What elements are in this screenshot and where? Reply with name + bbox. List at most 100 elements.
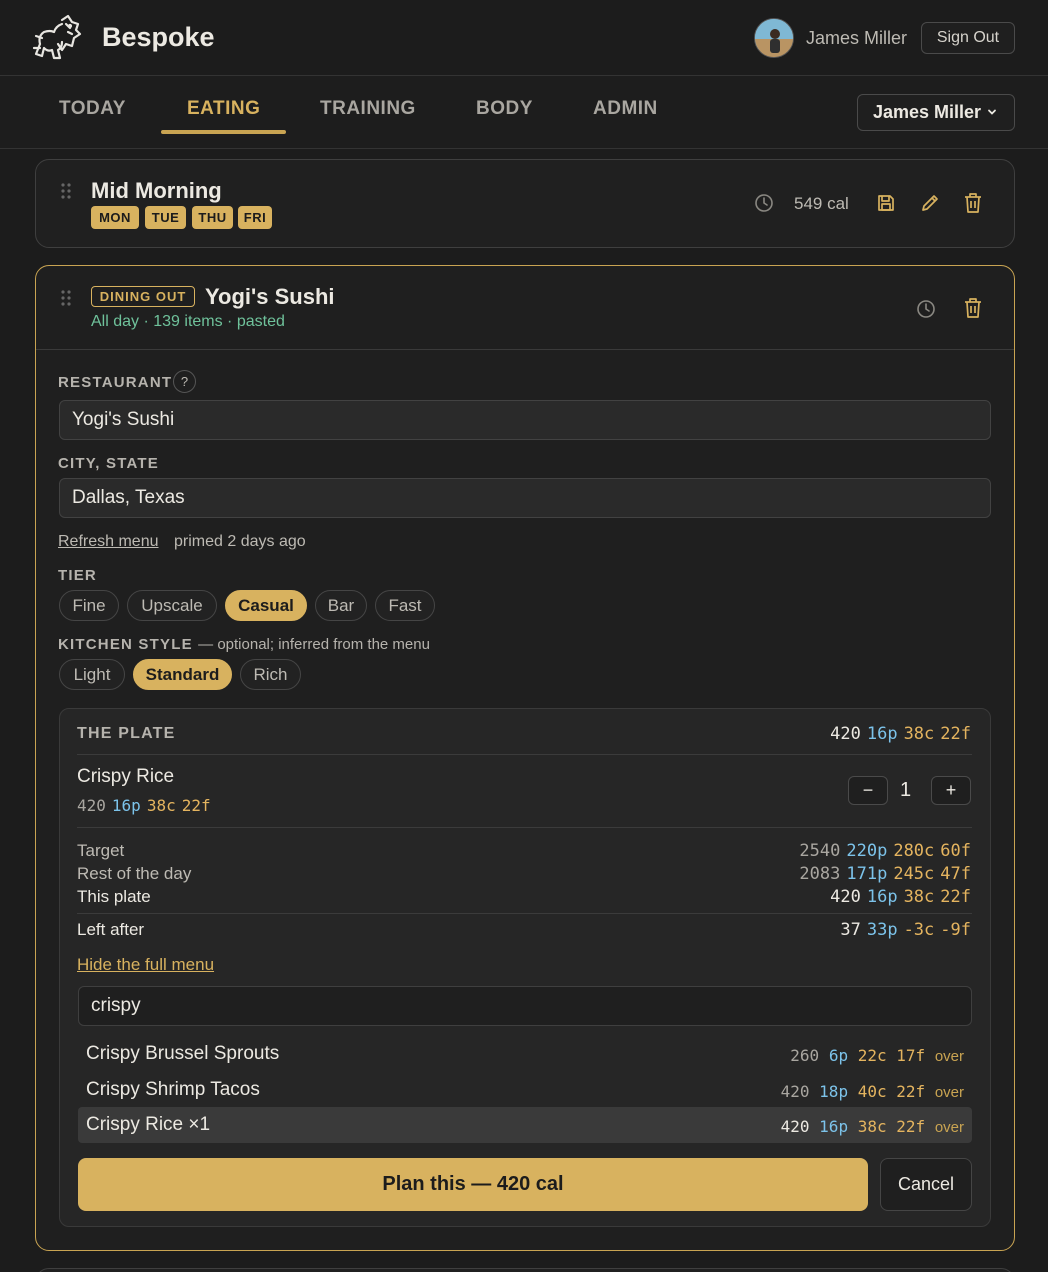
refresh-menu-link[interactable]: Refresh menu	[58, 533, 159, 551]
result-fat: 22f	[896, 1082, 926, 1101]
summary-row-rest: 2083 171p 245c 47f	[793, 864, 971, 884]
result-carbs: 22c	[857, 1046, 887, 1065]
decrement-button[interactable]: −	[848, 776, 888, 805]
drag-handle-icon[interactable]	[61, 183, 71, 199]
meal-title: Mid Morning	[91, 178, 222, 203]
user-select-value: James Miller	[873, 102, 982, 122]
left-fat: -9f	[940, 920, 971, 940]
avatar[interactable]	[754, 18, 794, 58]
result-cal: 420	[780, 1117, 810, 1136]
sign-out-button[interactable]: Sign Out	[921, 22, 1015, 54]
kitchen-chip-standard[interactable]: Standard	[133, 659, 232, 690]
rest-protein: 171p	[846, 864, 888, 884]
plan-button[interactable]: Plan this — 420 cal	[78, 1158, 868, 1211]
user-select[interactable]: James Miller	[857, 94, 1015, 131]
kitchen-chip-light[interactable]: Light	[59, 659, 125, 690]
dining-out-badge: DINING OUT	[91, 286, 195, 307]
result-fat: 17f	[896, 1046, 926, 1065]
increment-button[interactable]: +	[931, 776, 971, 805]
tier-chip-casual[interactable]: Casual	[225, 590, 307, 621]
tier-chip-upscale[interactable]: Upscale	[127, 590, 217, 621]
city-state-label: CITY, STATE	[58, 455, 159, 472]
left-protein: 33p	[866, 920, 898, 940]
divider	[77, 754, 972, 755]
item-carbs: 38c	[146, 796, 176, 815]
result-fat: 22f	[896, 1117, 926, 1136]
kitchen-style-note: — optional; inferred from the menu	[198, 636, 430, 653]
tab-body[interactable]: BODY	[476, 98, 533, 120]
trash-icon[interactable]	[963, 297, 983, 319]
meal-meta: All day · 139 items · pasted	[91, 313, 285, 330]
result-protein: 6p	[828, 1046, 849, 1065]
user-name: James Miller	[806, 28, 908, 48]
summary-label-plate: This plate	[77, 887, 151, 906]
target-fat: 60f	[940, 841, 971, 861]
day-badge-tue: TUE	[145, 206, 186, 229]
result-macros: 420 18p 40c 22f over	[781, 1082, 964, 1101]
cancel-button[interactable]: Cancel	[880, 1158, 972, 1211]
day-badge-mon: MON	[91, 206, 139, 229]
tab-admin[interactable]: ADMIN	[593, 98, 658, 120]
total-cal: 420	[830, 724, 861, 744]
meal-card-next[interactable]	[35, 1268, 1015, 1272]
result-protein: 16p	[819, 1117, 849, 1136]
help-button[interactable]: ?	[173, 370, 196, 393]
drag-handle-icon[interactable]	[61, 290, 71, 306]
restaurant-input[interactable]: Yogi's Sushi	[59, 400, 991, 440]
menu-result-item[interactable]: Crispy Shrimp Tacos 420 18p 40c 22f over	[78, 1072, 972, 1108]
tab-eating[interactable]: EATING	[187, 98, 260, 120]
tab-today[interactable]: TODAY	[59, 98, 126, 120]
left-carbs: -3c	[903, 920, 935, 940]
result-carbs: 40c	[857, 1082, 887, 1101]
menu-search-input[interactable]: crispy	[78, 986, 972, 1026]
primed-status: primed 2 days ago	[174, 533, 306, 550]
item-cal: 420	[77, 796, 106, 815]
hide-full-menu-link[interactable]: Hide the full menu	[77, 955, 214, 975]
plate-protein: 16p	[866, 887, 898, 907]
left-after-label: Left after	[77, 920, 145, 939]
edit-pencil-icon[interactable]	[919, 192, 941, 214]
day-badge-thu: THU	[192, 206, 233, 229]
result-name: Crispy Rice ×1	[86, 1114, 211, 1135]
clock-icon[interactable]	[916, 299, 936, 319]
kitchen-style-label: KITCHEN STYLE — optional; inferred from …	[58, 636, 430, 653]
save-icon[interactable]	[876, 193, 896, 213]
total-protein: 16p	[866, 724, 898, 744]
active-tab-indicator	[161, 130, 286, 134]
result-protein: 18p	[819, 1082, 849, 1101]
tier-chip-bar[interactable]: Bar	[315, 590, 367, 621]
kitchen-style-title: KITCHEN STYLE	[58, 636, 193, 653]
summary-label-target: Target	[77, 841, 125, 860]
menu-result-item[interactable]: Crispy Brussel Sprouts 260 6p 22c 17f ov…	[78, 1036, 972, 1072]
result-carbs: 38c	[857, 1117, 887, 1136]
trash-icon[interactable]	[963, 192, 983, 214]
kitchen-chip-rich[interactable]: Rich	[240, 659, 301, 690]
restaurant-label: RESTAURANT	[58, 374, 173, 391]
result-over-flag: over	[934, 1119, 964, 1136]
lion-logo-icon[interactable]	[32, 14, 82, 62]
result-macros: 260 6p 22c 17f over	[790, 1046, 964, 1065]
city-state-input[interactable]: Dallas, Texas	[59, 478, 991, 518]
tab-training[interactable]: TRAINING	[320, 98, 416, 120]
plate-item-name: Crispy Rice	[77, 766, 175, 787]
brand-name[interactable]: Bespoke	[102, 22, 215, 53]
result-name: Crispy Brussel Sprouts	[86, 1043, 280, 1064]
result-cal: 420	[780, 1082, 810, 1101]
left-after-row: 37 33p -3c -9f	[834, 920, 971, 940]
tier-label: TIER	[58, 567, 97, 584]
tier-chip-fine[interactable]: Fine	[59, 590, 119, 621]
result-cal: 260	[790, 1046, 820, 1065]
plate-totals: 420 16p 38c 22f	[824, 724, 971, 744]
meal-calories: 549 cal	[794, 194, 849, 213]
clock-icon[interactable]	[754, 193, 774, 213]
summary-row-plate: 420 16p 38c 22f	[824, 887, 971, 907]
left-cal: 37	[840, 920, 861, 940]
divider	[36, 349, 1014, 350]
rest-carbs: 245c	[893, 864, 935, 884]
tier-chip-fast[interactable]: Fast	[375, 590, 435, 621]
chevron-down-icon	[988, 109, 996, 115]
summary-label-rest: Rest of the day	[77, 864, 192, 883]
day-badge-fri: FRI	[238, 206, 272, 229]
menu-result-item-selected[interactable]: Crispy Rice ×1 420 16p 38c 22f over	[78, 1107, 972, 1143]
summary-row-target: 2540 220p 280c 60f	[793, 841, 971, 861]
